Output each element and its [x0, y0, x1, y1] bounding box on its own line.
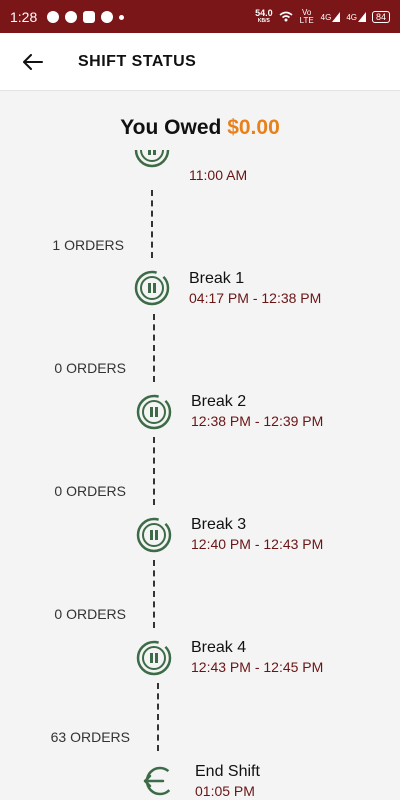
orders-count: 0 ORDERS: [54, 360, 126, 376]
break-2-time: 12:38 PM - 12:39 PM: [191, 413, 324, 429]
timeline-connector: [157, 683, 159, 751]
telegram-icon: [47, 10, 60, 23]
wifi-icon: [279, 11, 293, 22]
orders-count: 63 ORDERS: [50, 729, 130, 745]
break-1-title: Break 1: [189, 270, 245, 287]
orders-count: 1 ORDERS: [52, 237, 124, 253]
network-speed: 54.0 KB/S: [255, 7, 273, 25]
break-node-icon: [134, 150, 170, 168]
volte-indicator: Vo LTE: [299, 7, 314, 25]
orders-count: 0 ORDERS: [54, 483, 126, 499]
break-node-icon: [136, 640, 172, 676]
break-3-title: Break 3: [191, 516, 247, 533]
start-time: 11:00 AM: [189, 167, 248, 183]
break-4-time: 12:43 PM - 12:45 PM: [191, 659, 324, 675]
owed-label: You Owed: [120, 116, 222, 139]
status-time: 1:28: [10, 8, 38, 25]
health-icon: [101, 10, 114, 23]
break-1-time: 04:17 PM - 12:38 PM: [189, 290, 322, 306]
timeline-connector: [151, 190, 153, 258]
signal-2: 4G: [346, 11, 366, 22]
break-node-icon: [136, 394, 172, 430]
break-3-time: 12:40 PM - 12:43 PM: [191, 536, 324, 552]
signal-bars-icon: [357, 11, 366, 22]
timeline-connector: [153, 560, 155, 628]
youtube-icon: [83, 10, 96, 23]
signal-1: 4G: [320, 11, 341, 22]
signal-bars-icon: [332, 11, 341, 22]
status-bar: 1:28 54.0 KB/S Vo LTE 4G 4G 84: [0, 0, 400, 33]
speed-value: 54.0: [255, 7, 273, 18]
orders-count: 0 ORDERS: [54, 606, 126, 622]
timeline-connector: [153, 314, 155, 382]
battery-indicator: 84: [371, 10, 390, 23]
speed-unit: KB/S: [257, 17, 270, 24]
more-notifications-icon: [119, 15, 125, 20]
back-button[interactable]: [18, 33, 48, 91]
signal-1-label: 4G: [320, 12, 332, 22]
end-shift-time: 01:05 PM: [195, 783, 255, 799]
signal-2-label: 4G: [346, 12, 357, 22]
app-notification-icon: [65, 10, 78, 23]
break-node-icon: [134, 270, 170, 306]
break-node-icon: [136, 517, 172, 553]
shift-timeline: 11:00 AM 1 ORDERS Break 1 04:17 PM - 12:…: [0, 150, 400, 800]
owed-summary: You Owed $0.00: [0, 116, 400, 140]
page-title: SHIFT STATUS: [78, 52, 197, 70]
break-2-title: Break 2: [191, 393, 247, 410]
owed-amount: $0.00: [227, 116, 280, 139]
arrow-left-icon: [23, 53, 43, 70]
end-shift-title: End Shift: [195, 763, 260, 780]
app-bar: SHIFT STATUS: [0, 33, 400, 91]
timeline-connector: [153, 437, 155, 505]
end-shift-icon: [143, 766, 175, 796]
break-4-title: Break 4: [191, 639, 247, 656]
